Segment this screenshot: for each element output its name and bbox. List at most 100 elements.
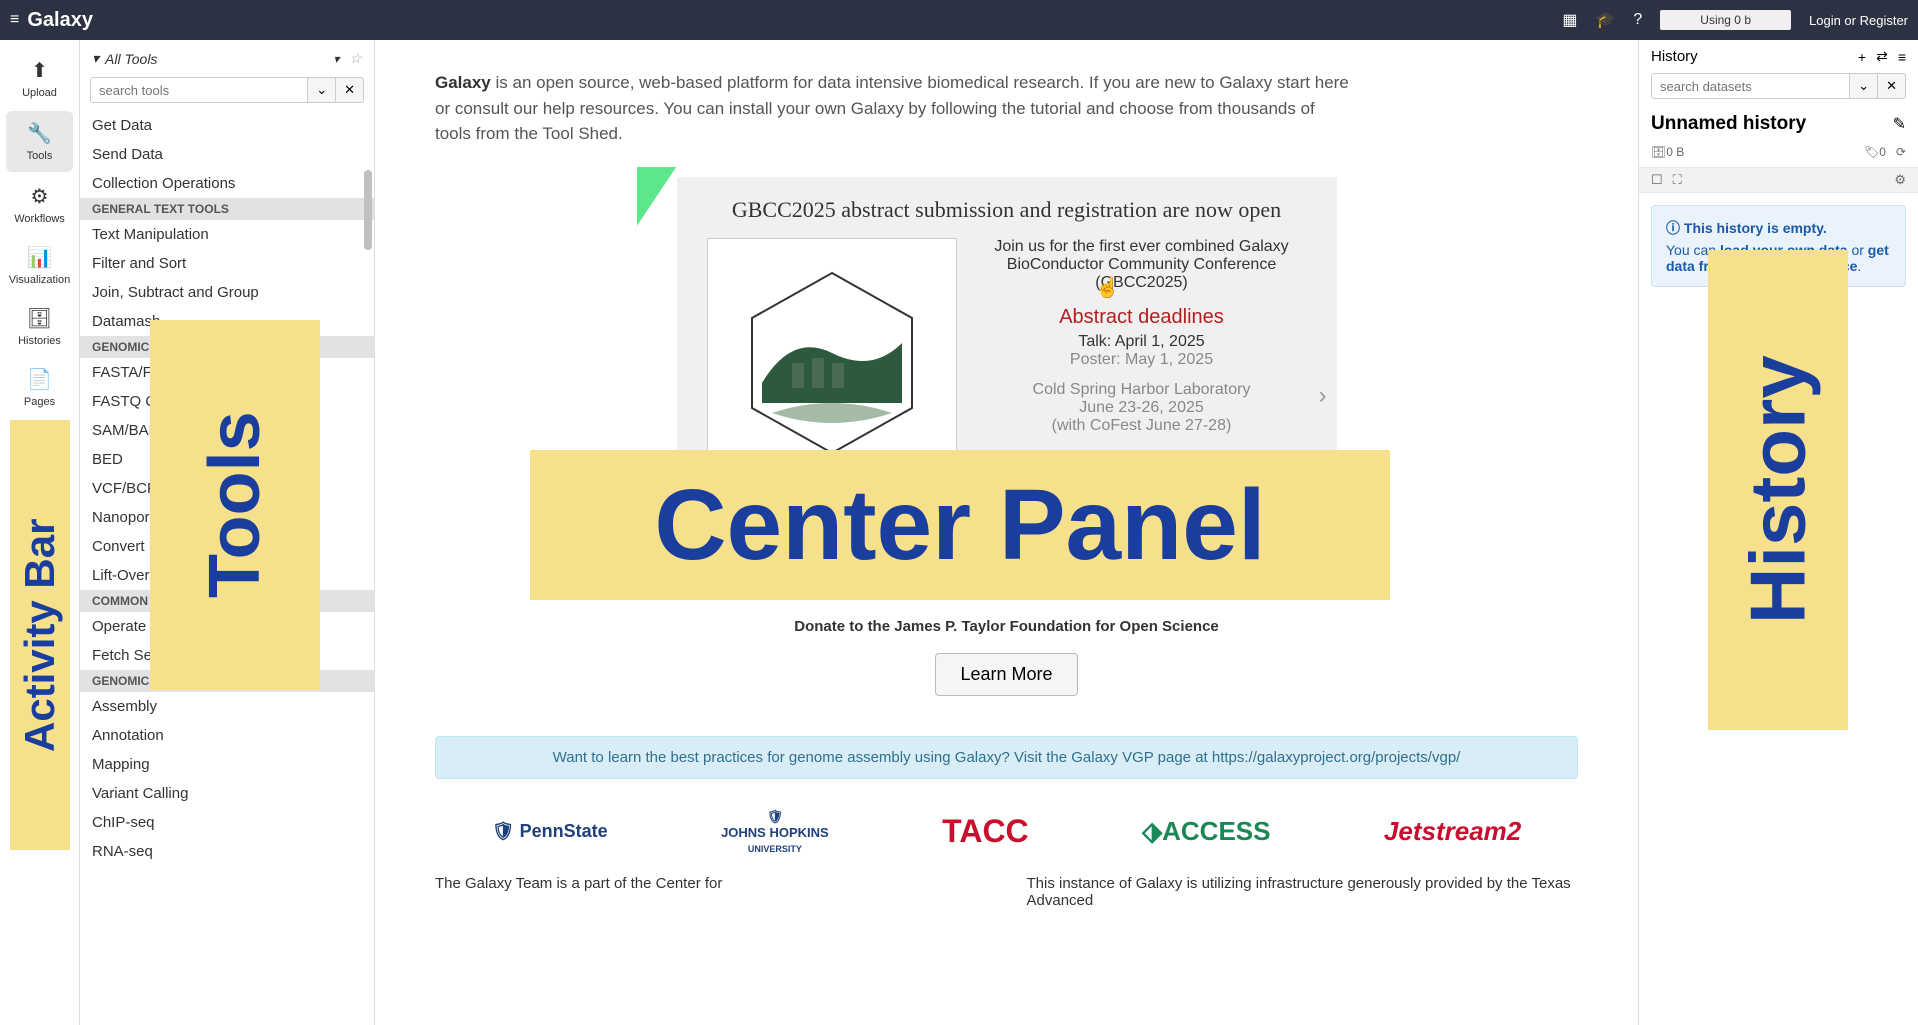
tool-item[interactable]: Operate on Genomic Intervals (80, 612, 374, 641)
deadline-poster: Poster: May 1, 2025 (977, 351, 1307, 369)
select-all-checkbox[interactable]: ☐ (1651, 172, 1663, 188)
top-navbar: ≡ Galaxy ▦ 🎓 ? Using 0 b Login or Regist… (0, 0, 1918, 40)
tool-section-header: GENERAL TEXT TOOLS (80, 198, 374, 220)
tool-search-input[interactable] (90, 77, 308, 103)
chart-icon: 📊 (27, 245, 52, 270)
caret-down-icon[interactable]: ▾ (333, 52, 339, 66)
history-search-input[interactable] (1651, 73, 1850, 99)
refresh-icon[interactable]: ⟳ (1896, 145, 1906, 159)
edit-history-icon[interactable]: ✎ (1893, 114, 1906, 134)
logo-jetstream: Jetstream2 (1384, 816, 1521, 847)
grid-icon[interactable]: ▦ (1562, 10, 1577, 30)
menu-icon: ≡ (10, 11, 19, 29)
carousel-subtitle: Join us for the first ever combined Gala… (977, 238, 1307, 292)
logo-pennstate: 🛡 PennState (492, 821, 608, 842)
brand[interactable]: ≡ Galaxy (10, 9, 93, 32)
switch-history-icon[interactable]: ⇄ (1876, 48, 1888, 65)
tool-item[interactable]: Text Manipulation (80, 220, 374, 249)
tool-item[interactable]: ChIP-seq (80, 808, 374, 837)
tool-item[interactable]: Datamash (80, 307, 374, 336)
tool-list[interactable]: Get DataSend DataCollection OperationsGE… (80, 111, 374, 1025)
logo-access: ⬗ACCESS (1142, 816, 1270, 847)
venue-line-2: June 23-26, 2025 (977, 399, 1307, 417)
star-icon[interactable]: ☆ (349, 50, 362, 67)
activity-bar: ⬆ Upload 🔧 Tools ⚙ Workflows 📊 Visualiza… (0, 40, 80, 1025)
history-settings-icon[interactable]: ⚙ (1894, 172, 1906, 188)
tool-item[interactable]: Send Data (80, 140, 374, 169)
tool-item[interactable]: Collection Operations (80, 169, 374, 198)
decorative-triangle (637, 167, 677, 227)
tool-item[interactable]: Fetch Sequences/Alignments (80, 641, 374, 670)
brand-text: Galaxy (27, 9, 93, 32)
carousel-image (707, 238, 957, 488)
tool-item[interactable]: FASTA/FASTQ (80, 358, 374, 387)
tool-item[interactable]: Get Data (80, 111, 374, 140)
database-icon: 🗄 (1651, 145, 1666, 159)
gbcc-logo-icon (732, 263, 932, 463)
graduation-cap-icon[interactable]: 🎓 (1595, 10, 1615, 30)
activity-visualization[interactable]: 📊 Visualization (0, 235, 79, 296)
scrollbar-thumb[interactable] (364, 170, 372, 250)
tool-item[interactable]: VCF/BCF (80, 474, 374, 503)
donate-text: Donate to the James P. Taylor Foundation… (435, 618, 1578, 635)
login-register-link[interactable]: Login or Register (1809, 13, 1908, 28)
histories-icon: 🗄 (27, 306, 52, 331)
carousel-next-icon[interactable]: › (1319, 382, 1327, 410)
tool-item[interactable]: Lift-Over (80, 561, 374, 590)
tool-item[interactable]: Nanopore (80, 503, 374, 532)
activity-tools[interactable]: 🔧 Tools (6, 111, 73, 172)
tools-panel: ▾ All Tools ▾ ☆ ⌄ ✕ Get DataSend DataCol… (80, 40, 375, 1025)
tool-item[interactable]: RNA-seq (80, 837, 374, 866)
carousel-dots[interactable]: — — — — (707, 537, 1307, 558)
history-item-count: 0 (1879, 145, 1886, 159)
history-options-icon[interactable]: ≡ (1898, 49, 1906, 65)
tool-item[interactable]: Assembly (80, 692, 374, 721)
activity-label: Workflows (14, 213, 65, 225)
tool-item[interactable]: FASTQ Quality Control (80, 387, 374, 416)
wrench-icon: 🔧 (27, 121, 52, 146)
logo-tacc: TACC (942, 813, 1029, 850)
new-history-icon[interactable]: + (1858, 49, 1866, 65)
tool-item[interactable]: SAM/BAM (80, 416, 374, 445)
tool-item[interactable]: Join, Subtract and Group (80, 278, 374, 307)
venue-line-3: (with CoFest June 27-28) (977, 417, 1307, 435)
tag-icon[interactable]: 🏷 (1864, 145, 1879, 159)
footer-col-1: The Galaxy Team is a part of the Center … (435, 875, 987, 909)
tools-panel-header[interactable]: ▾ All Tools ▾ ☆ (80, 40, 374, 73)
cursor-icon: ☝ (1095, 275, 1120, 300)
tool-section-header: GENOMICS ANALYSIS (80, 670, 374, 692)
info-icon: ⓘ (1666, 220, 1684, 236)
tool-section-header: GENOMIC FILE MANIPULATION (80, 336, 374, 358)
activity-workflows[interactable]: ⚙ Workflows (0, 174, 79, 235)
tool-item[interactable]: Annotation (80, 721, 374, 750)
tool-item[interactable]: BED (80, 445, 374, 474)
funnel-icon: ▾ (92, 50, 99, 67)
expand-icon[interactable]: ⛶ (1673, 172, 1682, 188)
search-clear-button[interactable]: ✕ (336, 77, 364, 103)
learn-more-button[interactable]: Learn More (935, 653, 1077, 696)
logo-jhu: 🛡JOHNS HOPKINSUNIVERSITY (721, 809, 829, 855)
history-name[interactable]: Unnamed history (1651, 113, 1893, 135)
workflow-icon: ⚙ (31, 184, 49, 209)
activity-histories[interactable]: 🗄 Histories (0, 296, 79, 357)
quota-indicator: Using 0 b (1660, 10, 1791, 30)
activity-pages[interactable]: 📄 Pages (0, 357, 79, 418)
intro-text: Galaxy is an open source, web-based plat… (435, 70, 1355, 147)
tool-item[interactable]: Mapping (80, 750, 374, 779)
help-icon[interactable]: ? (1633, 11, 1642, 29)
activity-upload[interactable]: ⬆ Upload (0, 48, 79, 109)
history-search-clear-button[interactable]: ✕ (1878, 73, 1906, 99)
tools-header-label: All Tools (105, 51, 157, 67)
tool-item[interactable]: Filter and Sort (80, 249, 374, 278)
history-panel: History + ⇄ ≡ ⌄ ✕ Unnamed history ✎ 🗄 0 … (1638, 40, 1918, 1025)
history-search-expand-button[interactable]: ⌄ (1850, 73, 1878, 99)
search-expand-button[interactable]: ⌄ (308, 77, 336, 103)
center-panel: Galaxy is an open source, web-based plat… (375, 40, 1638, 1025)
venue-line-1: Cold Spring Harbor Laboratory (977, 381, 1307, 399)
vgp-info-banner[interactable]: Want to learn the best practices for gen… (435, 736, 1578, 779)
load-data-link[interactable]: load your own data (1720, 242, 1848, 258)
tool-item[interactable]: Variant Calling (80, 779, 374, 808)
pages-icon: 📄 (27, 367, 52, 392)
tool-item[interactable]: Convert Formats (80, 532, 374, 561)
news-carousel: GBCC2025 abstract submission and registr… (677, 177, 1337, 588)
